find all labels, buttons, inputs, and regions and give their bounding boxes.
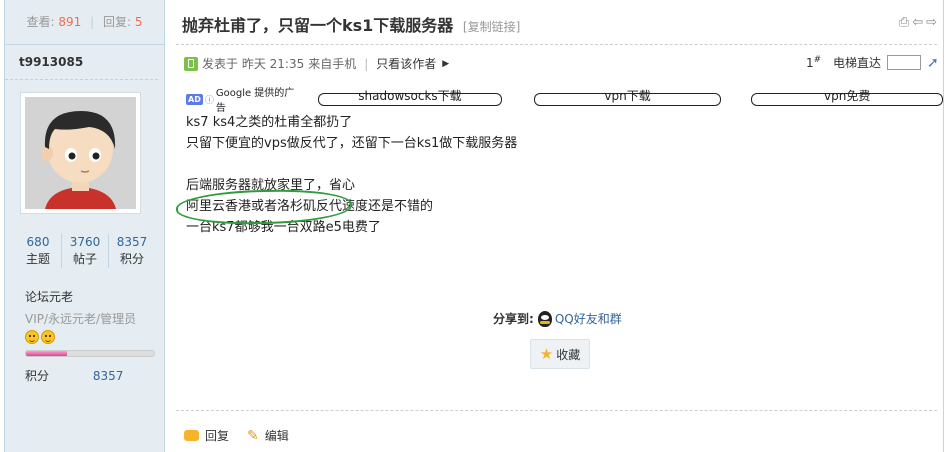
post-line: 后端服务器就放家里了，省心 <box>186 178 356 193</box>
reply-label: 回复 <box>205 429 230 443</box>
thread-title-row: 抛弃杜甫了，只留一个ks1下载服务器 [复制链接] <box>182 12 520 36</box>
post-area: 抛弃杜甫了，只留一个ks1下载服务器 [复制链接] ⎙ ⇦ ⇨ 发表于 昨天 2… <box>166 0 943 452</box>
post-line: ks7 ks4之类的杜甫全都扔了 <box>186 115 353 130</box>
floor-value: 1 <box>806 56 814 70</box>
post-line: 阿里云香港或者洛杉矶反代速度还是不错的 <box>186 199 434 214</box>
count-label: 主题 <box>25 252 50 266</box>
ad-link-label: vpn免费 <box>824 88 871 103</box>
next-thread-icon[interactable]: ⇨ <box>926 15 937 30</box>
count-posts[interactable]: 3760 帖子 <box>62 234 109 268</box>
stats-separator: | <box>90 15 95 29</box>
replies-label: 回复: <box>102 15 132 29</box>
mobile-icon <box>184 56 198 71</box>
count-value: 8357 <box>116 235 148 249</box>
smiley-icon <box>41 330 55 344</box>
count-value: 680 <box>26 235 50 249</box>
share-label: 分享到: <box>493 312 534 326</box>
rank-stars <box>25 330 55 344</box>
favorite-label: 收藏 <box>556 347 581 362</box>
user-group[interactable]: VIP/永远元老/管理员 <box>25 310 136 327</box>
points-label: 积分 <box>25 369 50 383</box>
reply-icon <box>184 430 199 441</box>
ad-link-label: shadowsocks下载 <box>358 88 462 103</box>
elevator-go-icon[interactable]: ➚ <box>927 55 939 71</box>
star-icon: ★ <box>539 345 554 363</box>
favorite-button[interactable]: ★ 收藏 <box>530 339 590 369</box>
copy-link-button[interactable]: [复制链接] <box>463 20 520 34</box>
ad-badge: AD <box>186 93 203 105</box>
edit-button[interactable]: ✎ 编辑 <box>247 427 289 444</box>
count-value: 3760 <box>69 235 101 249</box>
ad-link[interactable]: vpn免费 <box>751 90 943 106</box>
thread-stats: 查看: 891 | 回复: 5 <box>5 0 164 45</box>
post-actions: 回复 ✎ 编辑 <box>184 427 289 444</box>
user-rank: 论坛元老 <box>25 290 74 304</box>
smiley-icon <box>25 330 39 344</box>
ad-link[interactable]: shadowsocks下载 <box>318 90 502 106</box>
user-counts: 680 主题 3760 帖子 8357 积分 <box>15 234 155 268</box>
elevator: 电梯直达 ➚ <box>833 54 939 71</box>
rank-progress-fill <box>26 351 67 356</box>
points-value: 8357 <box>92 369 124 383</box>
floor-number[interactable]: 1# <box>806 55 821 70</box>
prev-thread-icon[interactable]: ⇦ <box>912 15 923 30</box>
author-name[interactable]: t9913085 <box>5 45 158 80</box>
count-points[interactable]: 8357 积分 <box>109 234 155 268</box>
post-meta: 发表于 昨天 21:35 来自手机 | 只看该作者 ▶ <box>184 55 449 72</box>
floor-sup: # <box>813 55 822 65</box>
ad-provider: Google 提供的广告 <box>215 88 295 114</box>
ad-strip: AD ⓘ Google 提供的广告 shadowsocks下载 vpn下载 vp… <box>186 88 943 114</box>
share-qq-link[interactable]: QQ好友和群 <box>555 310 622 327</box>
reply-button[interactable]: 回复 <box>184 427 229 444</box>
user-points: 积分 8357 <box>25 367 123 384</box>
count-topics[interactable]: 680 主题 <box>15 234 62 268</box>
views-label: 查看: <box>26 15 55 29</box>
divider <box>176 44 937 45</box>
ad-link-label: vpn下载 <box>604 88 651 103</box>
ad-info-icon[interactable]: ⓘ <box>205 93 214 106</box>
page-title: 抛弃杜甫了，只留一个ks1下载服务器 <box>182 16 454 35</box>
replies-count: 5 <box>134 15 143 29</box>
play-icon[interactable]: ▶ <box>442 59 449 69</box>
title-tools: ⎙ ⇦ ⇨ <box>899 15 937 30</box>
ad-link[interactable]: vpn下载 <box>533 90 722 106</box>
pencil-icon: ✎ <box>247 427 259 444</box>
edit-label: 编辑 <box>264 429 289 443</box>
avatar-image <box>25 97 136 209</box>
post-line: 只留下便宜的vps做反代了，还留下一台ks1做下载服务器 <box>186 136 518 151</box>
divider <box>176 410 937 411</box>
print-icon[interactable]: ⎙ <box>899 15 909 30</box>
qq-icon[interactable] <box>537 310 552 327</box>
post-content: ks7 ks4之类的杜甫全都扔了 只留下便宜的vps做反代了，还留下一台ks1做… <box>186 112 517 238</box>
share-row: 分享到: QQ好友和群 <box>493 310 622 327</box>
elevator-label: 电梯直达 <box>833 56 882 70</box>
avatar[interactable] <box>20 92 141 214</box>
meta-separator: | <box>364 56 369 71</box>
author-only-link[interactable]: 只看该作者 <box>376 55 436 72</box>
post-time: 发表于 昨天 21:35 <box>202 57 305 71</box>
elevator-input[interactable] <box>887 55 922 70</box>
post-line: 一台ks7都够我一台双路e5电费了 <box>186 220 381 235</box>
count-label: 帖子 <box>72 252 97 266</box>
count-label: 积分 <box>119 252 144 266</box>
rank-progress-bar <box>25 350 155 357</box>
post-line <box>186 154 517 175</box>
author-sidebar: 查看: 891 | 回复: 5 t9913085 680 主题 3760 帖子 … <box>5 0 165 452</box>
views-count: 891 <box>58 15 82 29</box>
post-source[interactable]: 来自手机 <box>308 55 356 72</box>
